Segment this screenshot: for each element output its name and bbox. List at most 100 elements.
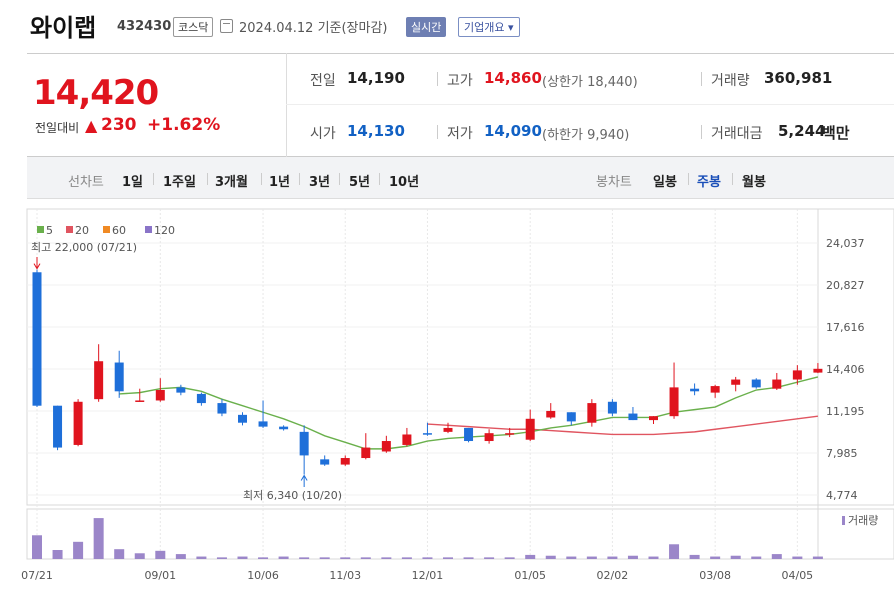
candle-body: [566, 412, 576, 422]
candle-body: [751, 379, 761, 388]
volume-bar: [484, 557, 495, 559]
volume-bar: [525, 554, 536, 559]
candle-monthly[interactable]: 월봉: [742, 171, 766, 190]
y-tick-label: 11,195: [826, 405, 865, 418]
volume-bar: [566, 556, 577, 559]
volume-bar: [196, 556, 207, 559]
candle-body: [607, 401, 617, 414]
candle-body: [217, 403, 227, 414]
quote-date: 2024.04.12 기준(장마감): [239, 21, 388, 36]
volume-bar: [812, 556, 823, 559]
weekly-candlestick-chart[interactable]: 24,037 20,827 17,616 14,406 11,195 7,985 4,774…: [0, 199, 894, 593]
volume-bar: [627, 555, 638, 559]
candle-body: [320, 459, 330, 465]
volume-bar: [607, 556, 618, 559]
volume-bar: [340, 557, 351, 559]
line-chart-label: 선차트: [68, 175, 104, 190]
divider: [339, 173, 340, 185]
lower-limit: (하한가 9,940): [542, 128, 630, 143]
period-10y[interactable]: 10년: [389, 171, 419, 190]
low-annotation: 최저 6,340 (10/20): [243, 489, 342, 502]
candle-body: [464, 427, 474, 442]
company-name: 와이랩: [30, 14, 97, 42]
current-price: 14,420: [33, 73, 159, 113]
high-label: 고가: [447, 73, 473, 89]
volume-bar: [319, 557, 330, 559]
open-value: 14,130: [347, 122, 405, 140]
candle-body: [155, 390, 165, 401]
candle-body: [587, 403, 597, 423]
volume-bar: [730, 555, 741, 559]
legend-swatch: [66, 226, 73, 233]
volume-label: 거래량: [848, 514, 878, 527]
candle-body: [361, 447, 371, 459]
legend-swatch: [103, 226, 110, 233]
divider: [207, 173, 208, 185]
volume-bar: [155, 550, 166, 559]
realtime-button[interactable]: 실시간: [406, 17, 447, 37]
divider: [437, 125, 438, 139]
volume-bar: [669, 544, 680, 559]
legend-swatch: [37, 226, 44, 233]
price-panel-frame: [26, 208, 894, 506]
candle-weekly[interactable]: 주봉: [697, 171, 721, 190]
candle-body: [546, 410, 556, 418]
volume-bar: [710, 556, 721, 559]
volume-bar: [771, 554, 782, 559]
candle-body: [772, 379, 782, 389]
y-tick-label: 20,827: [826, 279, 865, 292]
high-value: 14,860: [484, 69, 542, 87]
x-tick-label: 04/05: [781, 569, 813, 582]
prev-close-label: 전일: [310, 73, 336, 89]
candle-body: [94, 361, 104, 400]
divider: [688, 173, 689, 185]
volume-bar: [134, 553, 145, 559]
calendar-icon: [220, 19, 233, 33]
volume-bar: [93, 518, 104, 559]
candle-body: [196, 393, 206, 404]
candle-body: [53, 405, 63, 448]
divider: [379, 173, 380, 185]
candle-body: [279, 426, 289, 430]
divider: [437, 72, 438, 86]
period-3m[interactable]: 3개월: [215, 171, 248, 190]
candle-body: [73, 401, 83, 445]
legend-label: 120: [154, 224, 175, 237]
candle-body: [710, 386, 720, 393]
volume-bar: [299, 557, 310, 559]
volume-bar: [545, 555, 556, 559]
legend-label: 20: [75, 224, 89, 237]
divider: [153, 173, 154, 185]
y-tick-label: 24,037: [826, 237, 865, 250]
period-1y[interactable]: 1년: [269, 171, 290, 190]
amount-unit: 백만: [822, 124, 850, 142]
amount-label: 거래대금: [711, 126, 763, 142]
y-tick-label: 17,616: [826, 321, 865, 334]
volume-bar: [648, 556, 659, 559]
period-1w[interactable]: 1주일: [163, 171, 196, 190]
divider: [701, 72, 702, 86]
candle-body: [731, 379, 741, 385]
x-tick-label: 12/01: [412, 569, 444, 582]
market-badge: 코스닥: [173, 17, 214, 37]
period-3y[interactable]: 3년: [309, 171, 330, 190]
period-5y[interactable]: 5년: [349, 171, 370, 190]
volume-bar: [73, 541, 84, 559]
candle-body: [628, 413, 638, 421]
volume-bar: [237, 556, 248, 559]
low-label: 저가: [447, 126, 473, 142]
volume-bar: [751, 556, 762, 559]
volume-bar: [381, 557, 392, 559]
period-1d[interactable]: 1일: [122, 171, 143, 190]
company-overview-dropdown[interactable]: 기업개요 ▾: [458, 17, 520, 37]
candle-daily[interactable]: 일봉: [653, 171, 677, 190]
volume-bar: [216, 557, 227, 559]
stock-code: 432430: [117, 19, 172, 34]
volume-bar: [586, 556, 597, 559]
divider: [732, 173, 733, 185]
y-tick-label: 4,774: [826, 489, 858, 502]
volume-bar: [422, 557, 433, 559]
divider: [299, 173, 300, 185]
divider: [701, 125, 702, 139]
volume-bar: [443, 557, 453, 559]
